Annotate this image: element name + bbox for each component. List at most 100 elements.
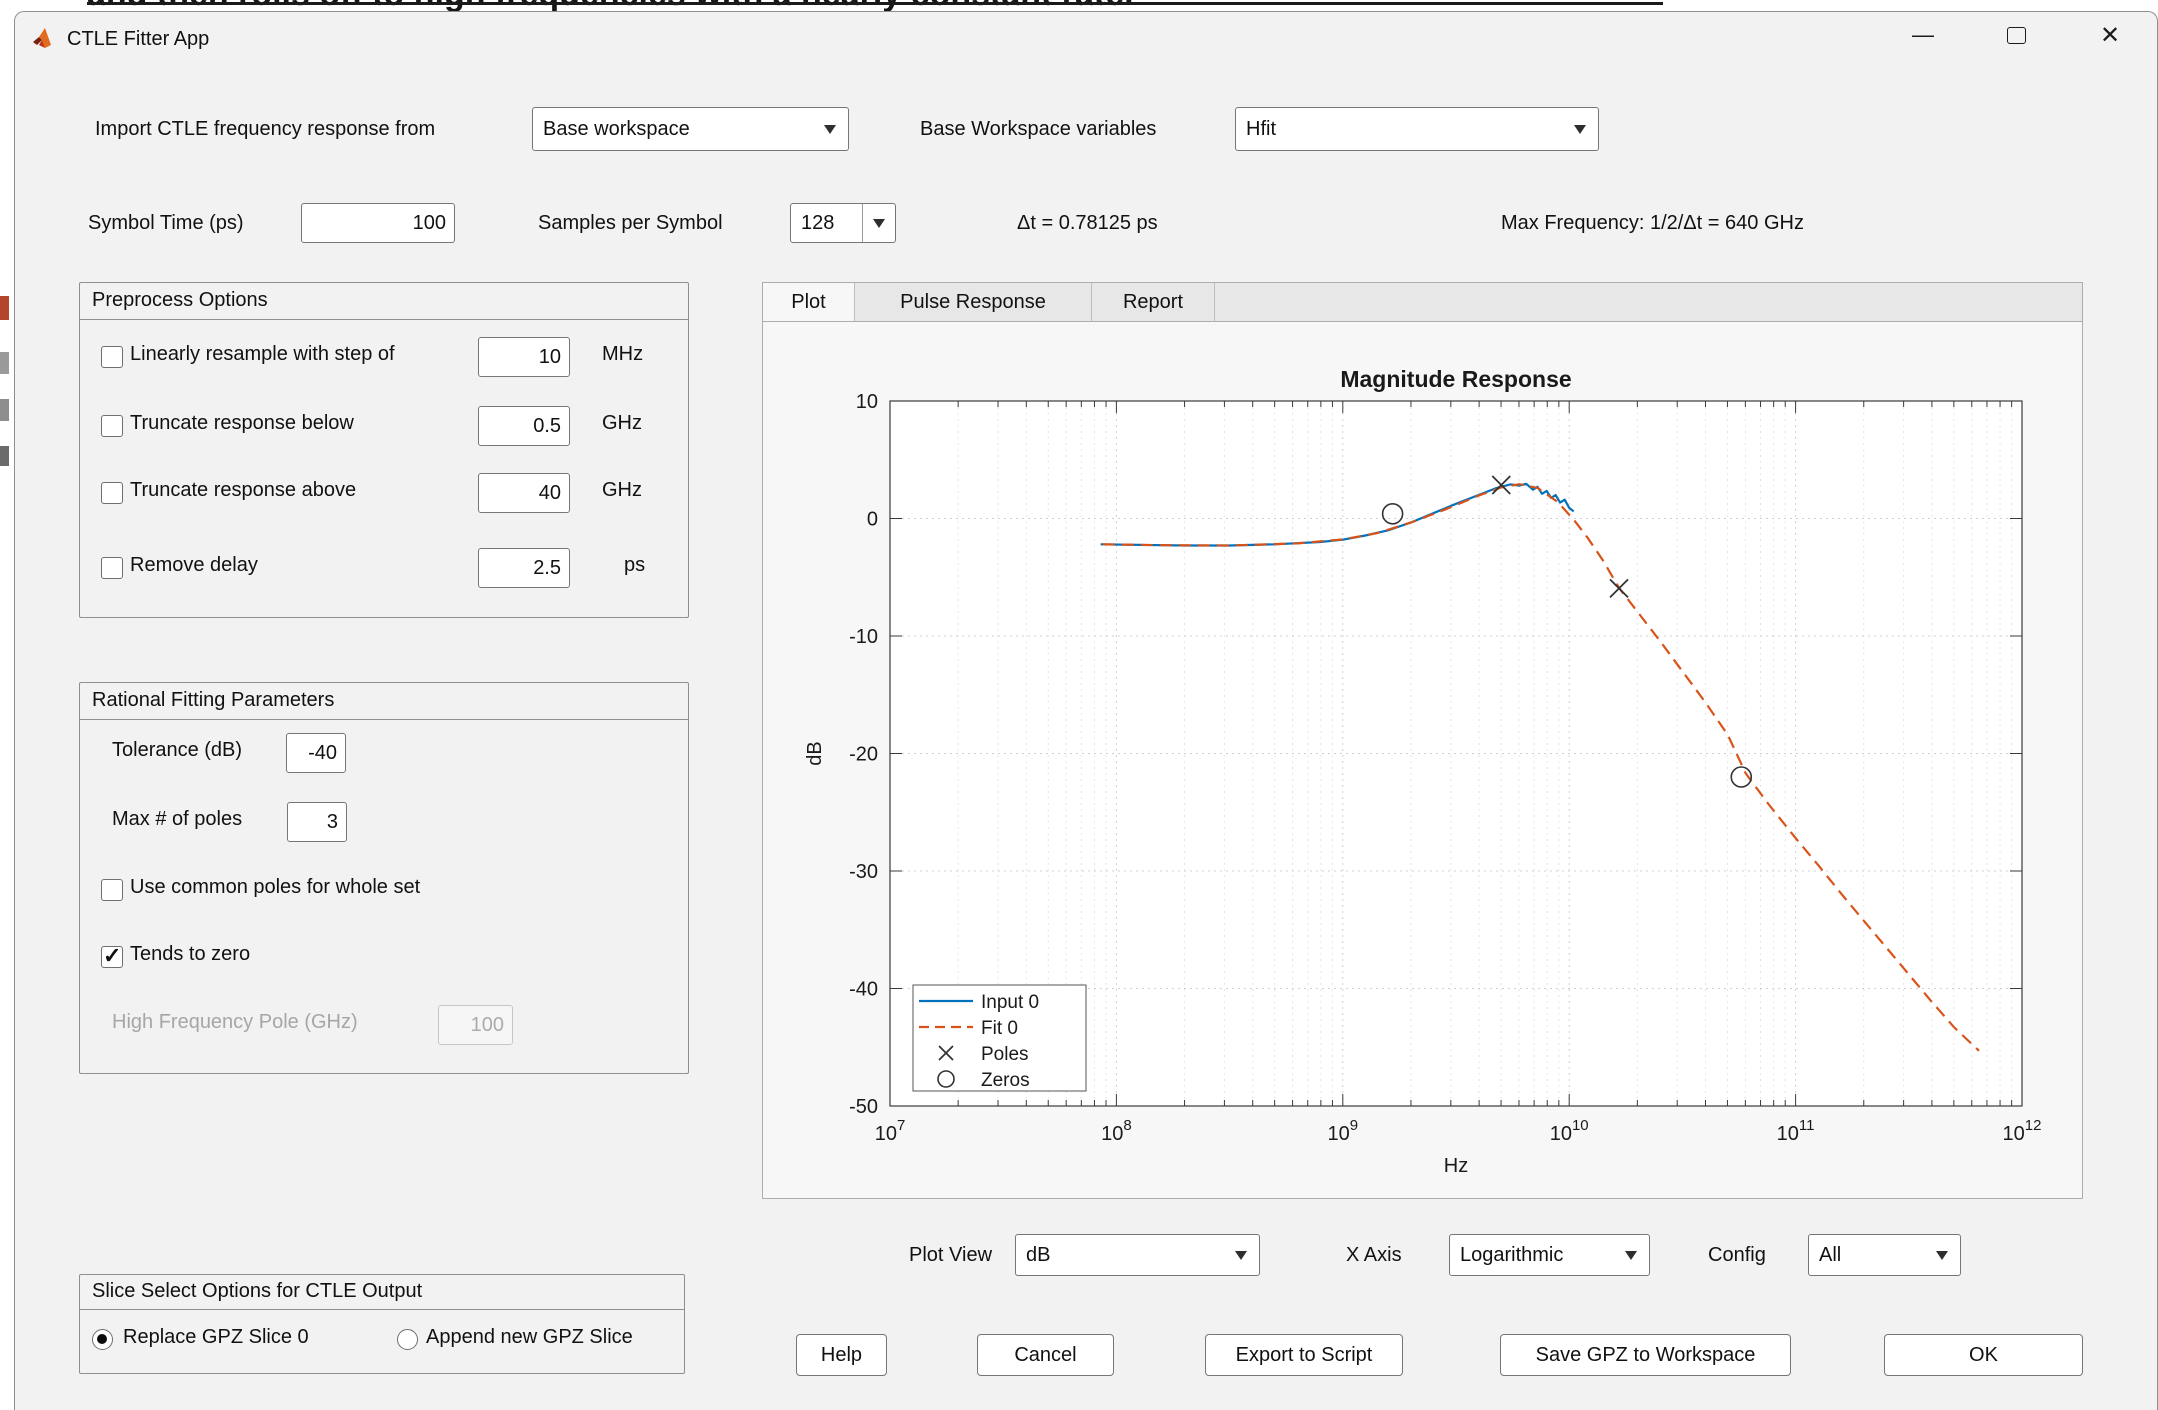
max-frequency-readout: Max Frequency: 1/2/Δt = 640 GHz — [1501, 203, 1804, 243]
delta-t-readout: Δt = 0.78125 ps — [1017, 203, 1158, 243]
tab-report[interactable]: Report — [1092, 283, 1215, 321]
truncate-above-checkbox[interactable] — [101, 482, 123, 504]
chevron-down-icon — [1625, 1251, 1637, 1260]
svg-text:-20: -20 — [849, 744, 878, 766]
ok-button[interactable]: OK — [1884, 1334, 2083, 1376]
tab-pulse-response[interactable]: Pulse Response — [855, 283, 1092, 321]
svg-text:10: 10 — [856, 391, 878, 413]
save-gpz-button[interactable]: Save GPZ to Workspace — [1500, 1334, 1791, 1376]
symbol-time-label: Symbol Time (ps) — [88, 203, 244, 243]
preprocess-options-panel: Preprocess Options Linearly resample wit… — [79, 282, 689, 618]
chevron-down-icon — [873, 219, 885, 228]
common-poles-checkbox[interactable] — [101, 879, 123, 901]
symbol-time-input[interactable] — [301, 203, 455, 243]
svg-text:dB: dB — [804, 741, 826, 765]
svg-text:Poles: Poles — [981, 1044, 1029, 1065]
plot-view-dropdown[interactable]: dB — [1015, 1234, 1260, 1276]
background-icon-fragment — [0, 399, 9, 421]
rational-fitting-title: Rational Fitting Parameters — [80, 683, 688, 720]
tolerance-label: Tolerance (dB) — [112, 739, 242, 762]
cancel-button[interactable]: Cancel — [977, 1334, 1114, 1376]
svg-text:Input 0: Input 0 — [981, 992, 1039, 1013]
background-icon-fragment — [0, 296, 9, 320]
plot-tab-bar: Plot Pulse Response Report — [762, 282, 2083, 322]
close-button[interactable]: ✕ — [2076, 12, 2144, 58]
minimize-button[interactable]: — — [1889, 12, 1957, 58]
chevron-down-icon — [1936, 1251, 1948, 1260]
truncate-above-input[interactable] — [478, 473, 570, 513]
resample-unit-label: MHz — [602, 343, 643, 366]
screen: and then rolls off to high frequencies w… — [0, 0, 2158, 1410]
max-poles-input[interactable] — [287, 802, 347, 842]
svg-text:109: 109 — [1328, 1117, 1359, 1145]
truncate-above-label: Truncate response above — [130, 479, 356, 502]
ctle-fitter-app-window: CTLE Fitter App — ✕ Import CTLE frequenc… — [14, 11, 2158, 1410]
tab-plot[interactable]: Plot — [763, 283, 855, 321]
append-gpz-radio[interactable] — [397, 1329, 418, 1350]
x-axis-dropdown[interactable]: Logarithmic — [1449, 1234, 1650, 1276]
hf-pole-input — [438, 1005, 513, 1045]
svg-text:Fit 0: Fit 0 — [981, 1018, 1018, 1039]
truncate-above-unit-label: GHz — [602, 479, 642, 502]
plot-view-value: dB — [1026, 1244, 1050, 1267]
svg-text:Zeros: Zeros — [981, 1070, 1030, 1091]
resample-step-input[interactable] — [478, 337, 570, 377]
remove-delay-input[interactable] — [478, 548, 570, 588]
append-gpz-label: Append new GPZ Slice — [426, 1326, 633, 1349]
dropdown-arrow-zone[interactable] — [862, 204, 895, 242]
help-button[interactable]: Help — [796, 1334, 887, 1376]
truncate-below-checkbox[interactable] — [101, 415, 123, 437]
samples-per-symbol-value: 128 — [801, 212, 834, 235]
maximize-button[interactable] — [1982, 12, 2050, 58]
truncate-below-input[interactable] — [478, 406, 570, 446]
import-source-label: Import CTLE frequency response from — [95, 107, 435, 151]
title-bar: CTLE Fitter App — ✕ — [15, 12, 2157, 64]
window-title: CTLE Fitter App — [67, 28, 209, 51]
truncate-below-unit-label: GHz — [602, 412, 642, 435]
x-axis-label: X Axis — [1346, 1234, 1402, 1276]
workspace-variable-dropdown[interactable]: Hfit — [1235, 107, 1599, 151]
remove-delay-unit-label: ps — [624, 554, 645, 577]
chevron-down-icon — [824, 125, 836, 134]
export-to-script-button[interactable]: Export to Script — [1205, 1334, 1403, 1376]
svg-text:Hz: Hz — [1444, 1155, 1468, 1177]
minimize-icon: — — [1912, 22, 1934, 48]
workspace-variable-value: Hfit — [1246, 118, 1276, 141]
import-source-value: Base workspace — [543, 118, 690, 141]
resample-checkbox[interactable] — [101, 346, 123, 368]
svg-text:-10: -10 — [849, 626, 878, 648]
config-dropdown[interactable]: All — [1808, 1234, 1961, 1276]
background-icon-fragment — [0, 446, 9, 466]
truncate-below-label: Truncate response below — [130, 412, 354, 435]
slice-select-panel: Slice Select Options for CTLE Output Rep… — [79, 1274, 685, 1374]
remove-delay-label: Remove delay — [130, 554, 258, 577]
svg-text:-30: -30 — [849, 861, 878, 883]
plot-panel: Magnitude Response100-10-20-30-40-501071… — [762, 321, 2083, 1199]
chevron-down-icon — [1574, 125, 1586, 134]
background-icon-fragment — [0, 352, 9, 374]
import-source-dropdown[interactable]: Base workspace — [532, 107, 849, 151]
config-label: Config — [1708, 1234, 1766, 1276]
workspace-variables-label: Base Workspace variables — [920, 107, 1156, 151]
plot-view-label: Plot View — [909, 1234, 992, 1276]
replace-gpz-radio[interactable] — [92, 1329, 113, 1350]
slice-select-title: Slice Select Options for CTLE Output — [80, 1275, 684, 1310]
remove-delay-checkbox[interactable] — [101, 557, 123, 579]
replace-gpz-label: Replace GPZ Slice 0 — [123, 1326, 309, 1349]
samples-per-symbol-dropdown[interactable]: 128 — [790, 203, 896, 243]
background-strike-line — [87, 2, 1663, 5]
magnitude-response-chart: Magnitude Response100-10-20-30-40-501071… — [763, 322, 2082, 1198]
tolerance-input[interactable] — [286, 733, 346, 773]
tends-to-zero-checkbox[interactable] — [101, 946, 123, 968]
hf-pole-label: High Frequency Pole (GHz) — [112, 1011, 358, 1034]
resample-label: Linearly resample with step of — [130, 343, 395, 366]
rational-fitting-panel: Rational Fitting Parameters Tolerance (d… — [79, 682, 689, 1074]
svg-text:107: 107 — [875, 1117, 906, 1145]
svg-text:108: 108 — [1101, 1117, 1132, 1145]
svg-text:1010: 1010 — [1550, 1117, 1589, 1145]
svg-text:-50: -50 — [849, 1096, 878, 1118]
svg-text:Magnitude Response: Magnitude Response — [1340, 366, 1571, 392]
svg-text:0: 0 — [867, 509, 878, 531]
svg-text:1011: 1011 — [1777, 1117, 1815, 1145]
close-icon: ✕ — [2100, 21, 2120, 50]
